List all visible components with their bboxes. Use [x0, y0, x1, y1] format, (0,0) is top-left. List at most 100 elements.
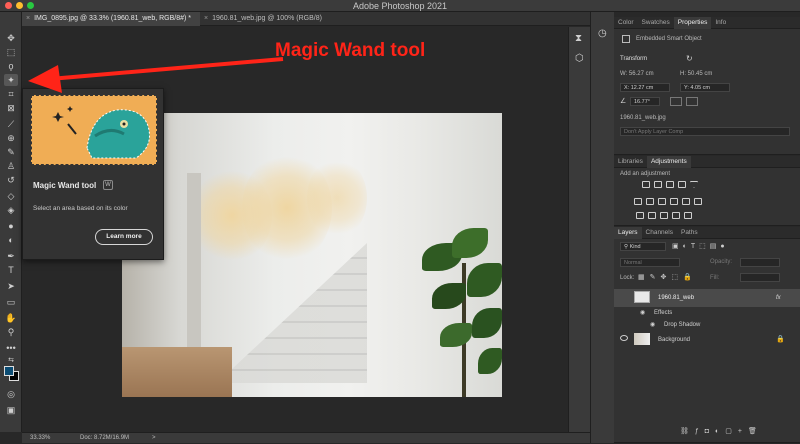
status-menu-arrow[interactable]: >	[152, 433, 156, 444]
black-white-icon[interactable]	[658, 198, 666, 205]
history-icon[interactable]: ◷	[598, 28, 607, 39]
quick-mask-icon[interactable]: ◎	[4, 388, 18, 400]
linked-filename: 1960.81_web.jpg	[620, 115, 666, 121]
layer-filter-icons[interactable]: ▣◐T⬚▤●	[672, 242, 729, 250]
tab-channels[interactable]: Channels	[642, 227, 677, 239]
flip-vertical-icon[interactable]	[686, 97, 698, 106]
3d-panel-icon[interactable]: ⬡	[575, 53, 584, 64]
history-panel-icon[interactable]: ⧗	[575, 33, 582, 44]
width-value[interactable]: W: 56.27 cm	[620, 71, 654, 77]
y-field[interactable]: Y: 4.05 cm	[680, 83, 730, 92]
learn-more-button[interactable]: Learn more	[95, 229, 153, 245]
drop-shadow-row[interactable]: ◉ Drop Shadow	[614, 319, 800, 331]
height-value[interactable]: H: 50.45 cm	[680, 71, 712, 77]
angle-field[interactable]: 16.77°	[630, 97, 660, 106]
tab-adjustments[interactable]: Adjustments	[646, 156, 691, 168]
close-tab-icon[interactable]: ×	[26, 12, 30, 26]
vibrance-icon[interactable]	[690, 181, 698, 188]
tab-layers[interactable]: Layers	[614, 227, 642, 239]
layer-name: Background	[658, 337, 691, 343]
eye-icon[interactable]: ◉	[640, 307, 645, 319]
smart-object-icon	[622, 35, 630, 43]
eraser-icon[interactable]: ◇	[4, 190, 18, 202]
tab-info[interactable]: Info	[711, 17, 730, 29]
history-brush-icon[interactable]: ↺	[4, 174, 18, 186]
zoom-icon[interactable]: ⚲	[4, 326, 18, 338]
object-type-label: Embedded Smart Object	[636, 36, 702, 42]
angle-icon: ∠	[620, 98, 627, 105]
blend-mode-select[interactable]: Normal	[620, 258, 680, 267]
layer-effects-row[interactable]: ◉ Effects	[614, 307, 800, 319]
photo-filter-icon[interactable]	[670, 198, 678, 205]
hand-icon[interactable]: ✋	[4, 312, 18, 324]
annotation-arrow	[28, 57, 284, 93]
rectangle-icon[interactable]: ▭	[4, 296, 18, 308]
tooltip-preview-image	[31, 95, 157, 165]
color-lookup-icon[interactable]	[694, 198, 702, 205]
eyedropper-icon[interactable]: ⟋	[4, 118, 18, 130]
gradient-map-icon[interactable]	[684, 212, 692, 219]
annotation-label: Magic Wand tool	[275, 40, 426, 61]
lock-icons[interactable]: ▦✎✥⬚🔒	[638, 273, 697, 281]
paint-bucket-icon[interactable]: ◈	[4, 204, 18, 216]
blur-icon[interactable]: ●	[4, 220, 18, 232]
right-icon-strip: ◷	[590, 12, 614, 443]
threshold-icon[interactable]	[660, 212, 668, 219]
lasso-icon[interactable]: ϙ	[4, 60, 18, 72]
transform-heading: Transform	[620, 56, 648, 62]
spot-healing-icon[interactable]: ⊕	[4, 132, 18, 144]
exposure-icon[interactable]	[678, 181, 686, 188]
magic-wand-icon[interactable]: ✦	[4, 74, 18, 86]
layer-row-1960-81-web[interactable]: 1960.81_web fx	[614, 289, 800, 307]
tab-img-0895[interactable]: × IMG_0895.jpg @ 33.3% (1960.81_web, RGB/…	[22, 12, 200, 26]
pen-icon[interactable]: ✒	[4, 250, 18, 262]
type-icon[interactable]: T	[4, 264, 18, 276]
tab-1960-81-web[interactable]: × 1960.81_web.jpg @ 100% (RGB/8)	[200, 12, 360, 26]
eye-icon[interactable]	[620, 335, 628, 341]
properties-panel: Color Swatches Properties Info Embedded Sma…	[614, 17, 800, 155]
tab-libraries[interactable]: Libraries	[614, 156, 647, 168]
flip-horizontal-icon[interactable]	[670, 97, 682, 106]
x-field[interactable]: X: 12.27 cm	[620, 83, 670, 92]
channel-mixer-icon[interactable]	[682, 198, 690, 205]
color-balance-icon[interactable]	[646, 198, 654, 205]
layer-row-background[interactable]: Background 🔒	[614, 331, 800, 349]
reset-transform-icon[interactable]: ↻	[686, 54, 693, 63]
layer-filter-select[interactable]: ⚲ Kind	[620, 242, 666, 251]
tool-tooltip: Magic Wand tool W Select an area based o…	[22, 88, 164, 260]
screen-mode-icon[interactable]: ▣	[4, 404, 18, 416]
tab-properties[interactable]: Properties	[673, 17, 712, 29]
layers-footer-icons[interactable]: ⛓ƒ◘◐▢+🗑	[680, 427, 763, 435]
more-icon[interactable]: •••	[4, 342, 18, 354]
document-image[interactable]	[122, 113, 502, 397]
eye-icon[interactable]: ◉	[650, 319, 655, 331]
close-tab-icon[interactable]: ×	[204, 12, 208, 26]
opacity-field[interactable]	[740, 258, 780, 267]
clone-stamp-icon[interactable]: ♙	[4, 160, 18, 172]
frame-icon[interactable]: ⊠	[4, 102, 18, 114]
selective-color-icon[interactable]	[672, 212, 680, 219]
brightness-contrast-icon[interactable]	[642, 181, 650, 188]
move-icon[interactable]: ✥	[4, 32, 18, 44]
app-title: Adobe Photoshop 2021	[352, 1, 448, 11]
hue-saturation-icon[interactable]	[634, 198, 642, 205]
posterize-icon[interactable]	[648, 212, 656, 219]
invert-icon[interactable]	[636, 212, 644, 219]
layer-comp-select[interactable]: Don't Apply Layer Comp	[620, 127, 790, 136]
levels-icon[interactable]	[654, 181, 662, 188]
brush-icon[interactable]: ✎	[4, 146, 18, 158]
fx-icon[interactable]: fx	[776, 290, 781, 306]
tab-paths[interactable]: Paths	[677, 227, 702, 239]
curves-icon[interactable]	[666, 181, 674, 188]
tab-color[interactable]: Color	[614, 17, 638, 29]
zoom-level[interactable]: 33.33%	[30, 433, 50, 444]
path-selection-icon[interactable]: ➤	[4, 280, 18, 292]
fill-field[interactable]	[740, 273, 780, 282]
foreground-color-swatch[interactable]	[4, 366, 14, 376]
swap-colors-icon[interactable]: ⇆	[4, 354, 18, 366]
crop-icon[interactable]: ⌗	[4, 88, 18, 100]
marquee-icon[interactable]: ⬚	[4, 46, 18, 58]
tooltip-title: Magic Wand tool	[33, 181, 97, 190]
tab-swatches[interactable]: Swatches	[638, 17, 674, 29]
dodge-icon[interactable]: ◐	[4, 234, 18, 246]
